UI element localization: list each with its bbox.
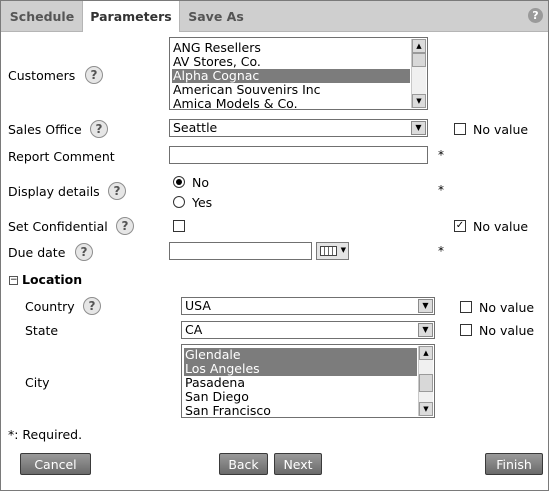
calendar-icon[interactable]: ▼ <box>316 242 349 260</box>
sales-office-label: Sales Office <box>8 122 82 137</box>
due-date-help-icon[interactable]: ? <box>75 243 93 261</box>
collapse-icon[interactable]: − <box>9 276 18 285</box>
scroll-down-icon[interactable]: ▼ <box>419 402 433 416</box>
tab-bar: Schedule Parameters Save As ? <box>1 1 548 32</box>
customers-listbox[interactable]: ANG Resellers AV Stores, Co. Alpha Cogna… <box>169 37 428 110</box>
list-item[interactable]: ANG Resellers <box>172 41 410 55</box>
country-select[interactable]: USA ▼ <box>181 297 435 315</box>
country-no-value-label: No value <box>479 300 535 315</box>
country-label: Country <box>25 299 75 314</box>
due-date-input[interactable] <box>169 242 312 260</box>
country-help-icon[interactable]: ? <box>83 297 101 315</box>
sales-office-help-icon[interactable]: ? <box>90 120 108 138</box>
back-button[interactable]: Back <box>219 453 268 475</box>
tab-parameters[interactable]: Parameters <box>82 1 180 32</box>
scroll-up-icon[interactable]: ▲ <box>419 346 433 360</box>
calendar-grid-icon <box>320 246 337 256</box>
list-item-selected[interactable]: Los Angeles <box>184 362 417 376</box>
chevron-down-icon[interactable]: ▼ <box>418 323 433 337</box>
list-item[interactable]: American Souvenirs Inc <box>172 83 410 97</box>
customers-scrollbar[interactable]: ▲ ▼ <box>411 39 426 108</box>
set-confidential-help-icon[interactable]: ? <box>116 217 134 235</box>
country-no-value-checkbox[interactable] <box>460 301 472 313</box>
state-no-value-checkbox[interactable] <box>460 324 472 336</box>
radio-selected-dot <box>176 179 182 185</box>
list-item-selected[interactable]: Glendale <box>184 348 417 362</box>
display-details-help-icon[interactable]: ? <box>108 182 126 200</box>
sales-office-select[interactable]: Seattle ▼ <box>169 119 428 137</box>
state-select[interactable]: CA ▼ <box>181 321 435 339</box>
list-item[interactable]: San Francisco <box>184 404 417 418</box>
required-marker: * <box>438 148 444 162</box>
chevron-down-icon: ▼ <box>340 246 346 254</box>
scroll-thumb[interactable] <box>412 53 426 67</box>
location-section-title: Location <box>22 272 83 287</box>
tab-save-as[interactable]: Save As <box>179 1 253 31</box>
required-marker: * <box>438 183 444 197</box>
list-item-selected[interactable]: Alpha Cognac <box>172 69 410 83</box>
sales-office-value: Seattle <box>173 120 218 135</box>
chevron-down-icon[interactable]: ▼ <box>418 299 433 313</box>
list-item[interactable]: Pasadena <box>184 376 417 390</box>
customers-help-icon[interactable]: ? <box>85 66 103 84</box>
city-scrollbar[interactable]: ▲ ▼ <box>418 346 433 416</box>
list-item[interactable]: San Diego <box>184 390 417 404</box>
display-details-no-radio[interactable] <box>173 176 185 188</box>
set-confidential-no-value-checkbox[interactable]: ✓ <box>454 220 466 232</box>
city-label: City <box>25 375 50 390</box>
customers-label: Customers <box>8 68 76 83</box>
scroll-up-icon[interactable]: ▲ <box>412 39 426 53</box>
finish-button[interactable]: Finish <box>485 453 543 475</box>
display-details-no-label: No <box>192 175 209 190</box>
list-item[interactable]: Amica Models & Co. <box>172 97 410 110</box>
set-confidential-checkbox[interactable] <box>173 220 185 232</box>
required-marker: * <box>438 244 444 258</box>
report-comment-label: Report Comment <box>8 149 115 164</box>
wizard-dialog: Schedule Parameters Save As ? Customers … <box>0 0 549 491</box>
help-icon[interactable]: ? <box>528 8 543 23</box>
set-confidential-no-value-label: No value <box>473 219 529 234</box>
state-value: CA <box>185 322 203 337</box>
set-confidential-label: Set Confidential <box>8 219 108 234</box>
display-details-label: Display details <box>8 184 100 199</box>
city-listbox[interactable]: Glendale Los Angeles Pasadena San Diego … <box>181 344 435 418</box>
tab-schedule[interactable]: Schedule <box>1 1 83 31</box>
display-details-yes-label: Yes <box>192 195 213 210</box>
list-item[interactable]: AV Stores, Co. <box>172 55 410 69</box>
due-date-label: Due date <box>8 245 66 260</box>
country-value: USA <box>185 298 211 313</box>
sales-office-no-value-label: No value <box>473 122 529 137</box>
display-details-yes-radio[interactable] <box>173 196 185 208</box>
sales-office-no-value-checkbox[interactable] <box>454 123 466 135</box>
scroll-thumb[interactable] <box>419 374 433 392</box>
report-comment-input[interactable] <box>169 146 428 164</box>
chevron-down-icon[interactable]: ▼ <box>411 121 426 135</box>
state-label: State <box>25 323 59 338</box>
cancel-button[interactable]: Cancel <box>20 453 91 475</box>
next-button[interactable]: Next <box>274 453 322 475</box>
scroll-down-icon[interactable]: ▼ <box>412 94 426 108</box>
state-no-value-label: No value <box>479 323 535 338</box>
required-note: *: Required. <box>8 427 83 442</box>
